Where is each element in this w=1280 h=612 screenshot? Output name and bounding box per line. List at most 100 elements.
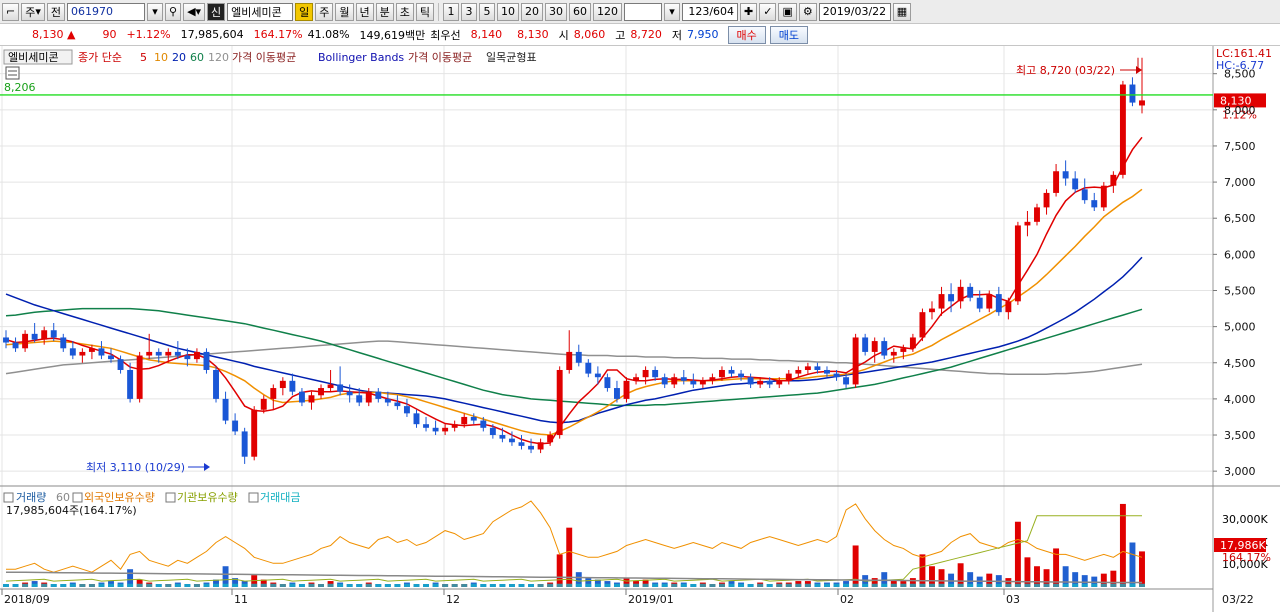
check-toggle-icon[interactable]: ✓ <box>759 2 777 21</box>
candle-body <box>136 355 143 399</box>
interval-button-60[interactable]: 60 <box>569 2 592 21</box>
interval-button-120[interactable]: 120 <box>593 2 623 21</box>
price-chart[interactable]: 엘비세미콘 종가 단순 5 10 20 60 120 가격 이동평균 Bolli… <box>0 46 1280 612</box>
gear-icon[interactable]: ⚙ <box>798 2 817 21</box>
period-button-day[interactable]: 일 <box>295 2 314 21</box>
date-field[interactable]: 2019/03/22 <box>818 2 891 21</box>
candle-body <box>470 416 477 421</box>
high-annotation: 최고 8,720 (03/22) <box>1016 64 1115 77</box>
market-select[interactable]: 주 ▾ <box>21 2 45 21</box>
candle-body <box>403 406 410 414</box>
volume-toggle-icon[interactable] <box>3 492 14 503</box>
volume-axis[interactable]: 30,000K 20,000K 10,000K 17,986K 164.17% <box>1214 513 1271 571</box>
price-tick: 3,500 <box>1224 429 1256 442</box>
crosshair-add-icon[interactable]: ✚ <box>740 2 758 21</box>
calendar-icon[interactable]: ▦ <box>892 2 912 21</box>
period-button-week[interactable]: 주 <box>315 2 334 21</box>
open-price: 8,060 <box>573 28 606 41</box>
low-price: 7,950 <box>687 28 719 41</box>
interval-button-20[interactable]: 20 <box>521 2 544 21</box>
vol-legend-label: 거래량 <box>16 491 46 504</box>
amount-bar <box>843 583 850 587</box>
high-price: 8,720 <box>630 28 662 41</box>
candle-body <box>22 333 29 349</box>
candle-body <box>432 427 439 432</box>
volume-bar <box>1119 503 1126 587</box>
amount-bar <box>804 583 811 587</box>
table-toggle-icon[interactable] <box>5 66 20 80</box>
amount-bar <box>1062 583 1069 587</box>
amount-bar <box>146 583 153 587</box>
amount-bar <box>738 583 745 587</box>
candle-body <box>184 355 191 360</box>
inst-toggle-icon[interactable] <box>165 492 176 503</box>
candle-body <box>451 424 458 428</box>
amount-bar <box>222 583 229 587</box>
amount-bar <box>298 584 305 587</box>
custom-interval-input[interactable] <box>624 2 663 21</box>
jeon-button[interactable]: 전 <box>46 2 65 21</box>
candle <box>251 406 258 461</box>
amount-bar <box>1053 583 1060 587</box>
volume-bar <box>1129 542 1136 587</box>
candle-body <box>738 373 745 378</box>
amount-legend-label: 거래대금 <box>260 491 300 504</box>
buy-button[interactable]: 매수 <box>727 25 766 44</box>
high-label: 고 <box>615 28 626 42</box>
candle-body <box>642 369 649 378</box>
credit-badge-icon[interactable]: 신 <box>207 2 226 21</box>
stock-code-input[interactable]: 061970 <box>67 2 145 21</box>
period-button-year[interactable]: 년 <box>355 2 374 21</box>
candle-body <box>919 312 926 338</box>
interval-button-30[interactable]: 30 <box>545 2 568 21</box>
foreign-toggle-icon[interactable] <box>72 492 83 503</box>
candle-body <box>929 308 935 313</box>
candle-body <box>680 377 687 381</box>
price-tick: 8,000 <box>1224 104 1256 117</box>
amount-bar <box>136 583 143 587</box>
save-icon[interactable]: ▣ <box>778 2 797 21</box>
trade-amount: 149,619백만 <box>359 28 426 42</box>
candle-body <box>1091 200 1098 208</box>
interval-button-3[interactable]: 3 <box>461 2 478 21</box>
price-change: 90 <box>102 28 117 41</box>
amount-bar <box>957 583 964 587</box>
data-count-field[interactable]: 123/604 <box>682 2 739 21</box>
period-button-month[interactable]: 월 <box>335 2 354 21</box>
candle-body <box>986 294 993 309</box>
candle-body <box>938 294 945 309</box>
sell-button[interactable]: 매도 <box>769 25 809 44</box>
amount-toggle-icon[interactable] <box>248 492 259 503</box>
candle-body <box>298 391 305 403</box>
legend-ma2-label: 가격 이동평균 <box>408 51 472 64</box>
amount-bar <box>98 583 105 587</box>
candle-body <box>508 438 515 443</box>
candle-body <box>1062 171 1069 179</box>
candle-body <box>728 369 735 374</box>
legend-ma-label: 가격 이동평균 <box>232 51 296 64</box>
amount-bar <box>747 584 754 587</box>
interval-button-5[interactable]: 5 <box>479 2 496 21</box>
candle-body <box>222 398 229 421</box>
period-button-tick[interactable]: 틱 <box>415 2 435 21</box>
search-icon[interactable]: ⚲ <box>165 2 182 21</box>
candle-body <box>690 380 697 385</box>
period-button-minute[interactable]: 분 <box>375 2 394 21</box>
candle-body <box>337 384 344 392</box>
code-dropdown-icon[interactable]: ▾ <box>147 2 163 21</box>
candle-body <box>499 435 506 439</box>
speaker-icon[interactable]: ◀▾ <box>183 2 206 21</box>
period-button-second[interactable]: 초 <box>395 2 414 21</box>
candle-body <box>88 348 95 352</box>
candle-body <box>480 420 487 428</box>
amount-bar <box>1100 583 1107 587</box>
amount-bar <box>31 583 38 587</box>
volume-bar <box>556 554 563 587</box>
candle-body <box>60 337 67 349</box>
interval-button-1[interactable]: 1 <box>443 2 460 21</box>
candle-body <box>719 369 725 378</box>
custom-interval-dropdown-icon[interactable]: ▾ <box>664 2 681 21</box>
interval-button-10[interactable]: 10 <box>497 2 520 21</box>
amount-bar <box>623 583 630 587</box>
link-icon[interactable]: ⌐ <box>2 2 20 21</box>
